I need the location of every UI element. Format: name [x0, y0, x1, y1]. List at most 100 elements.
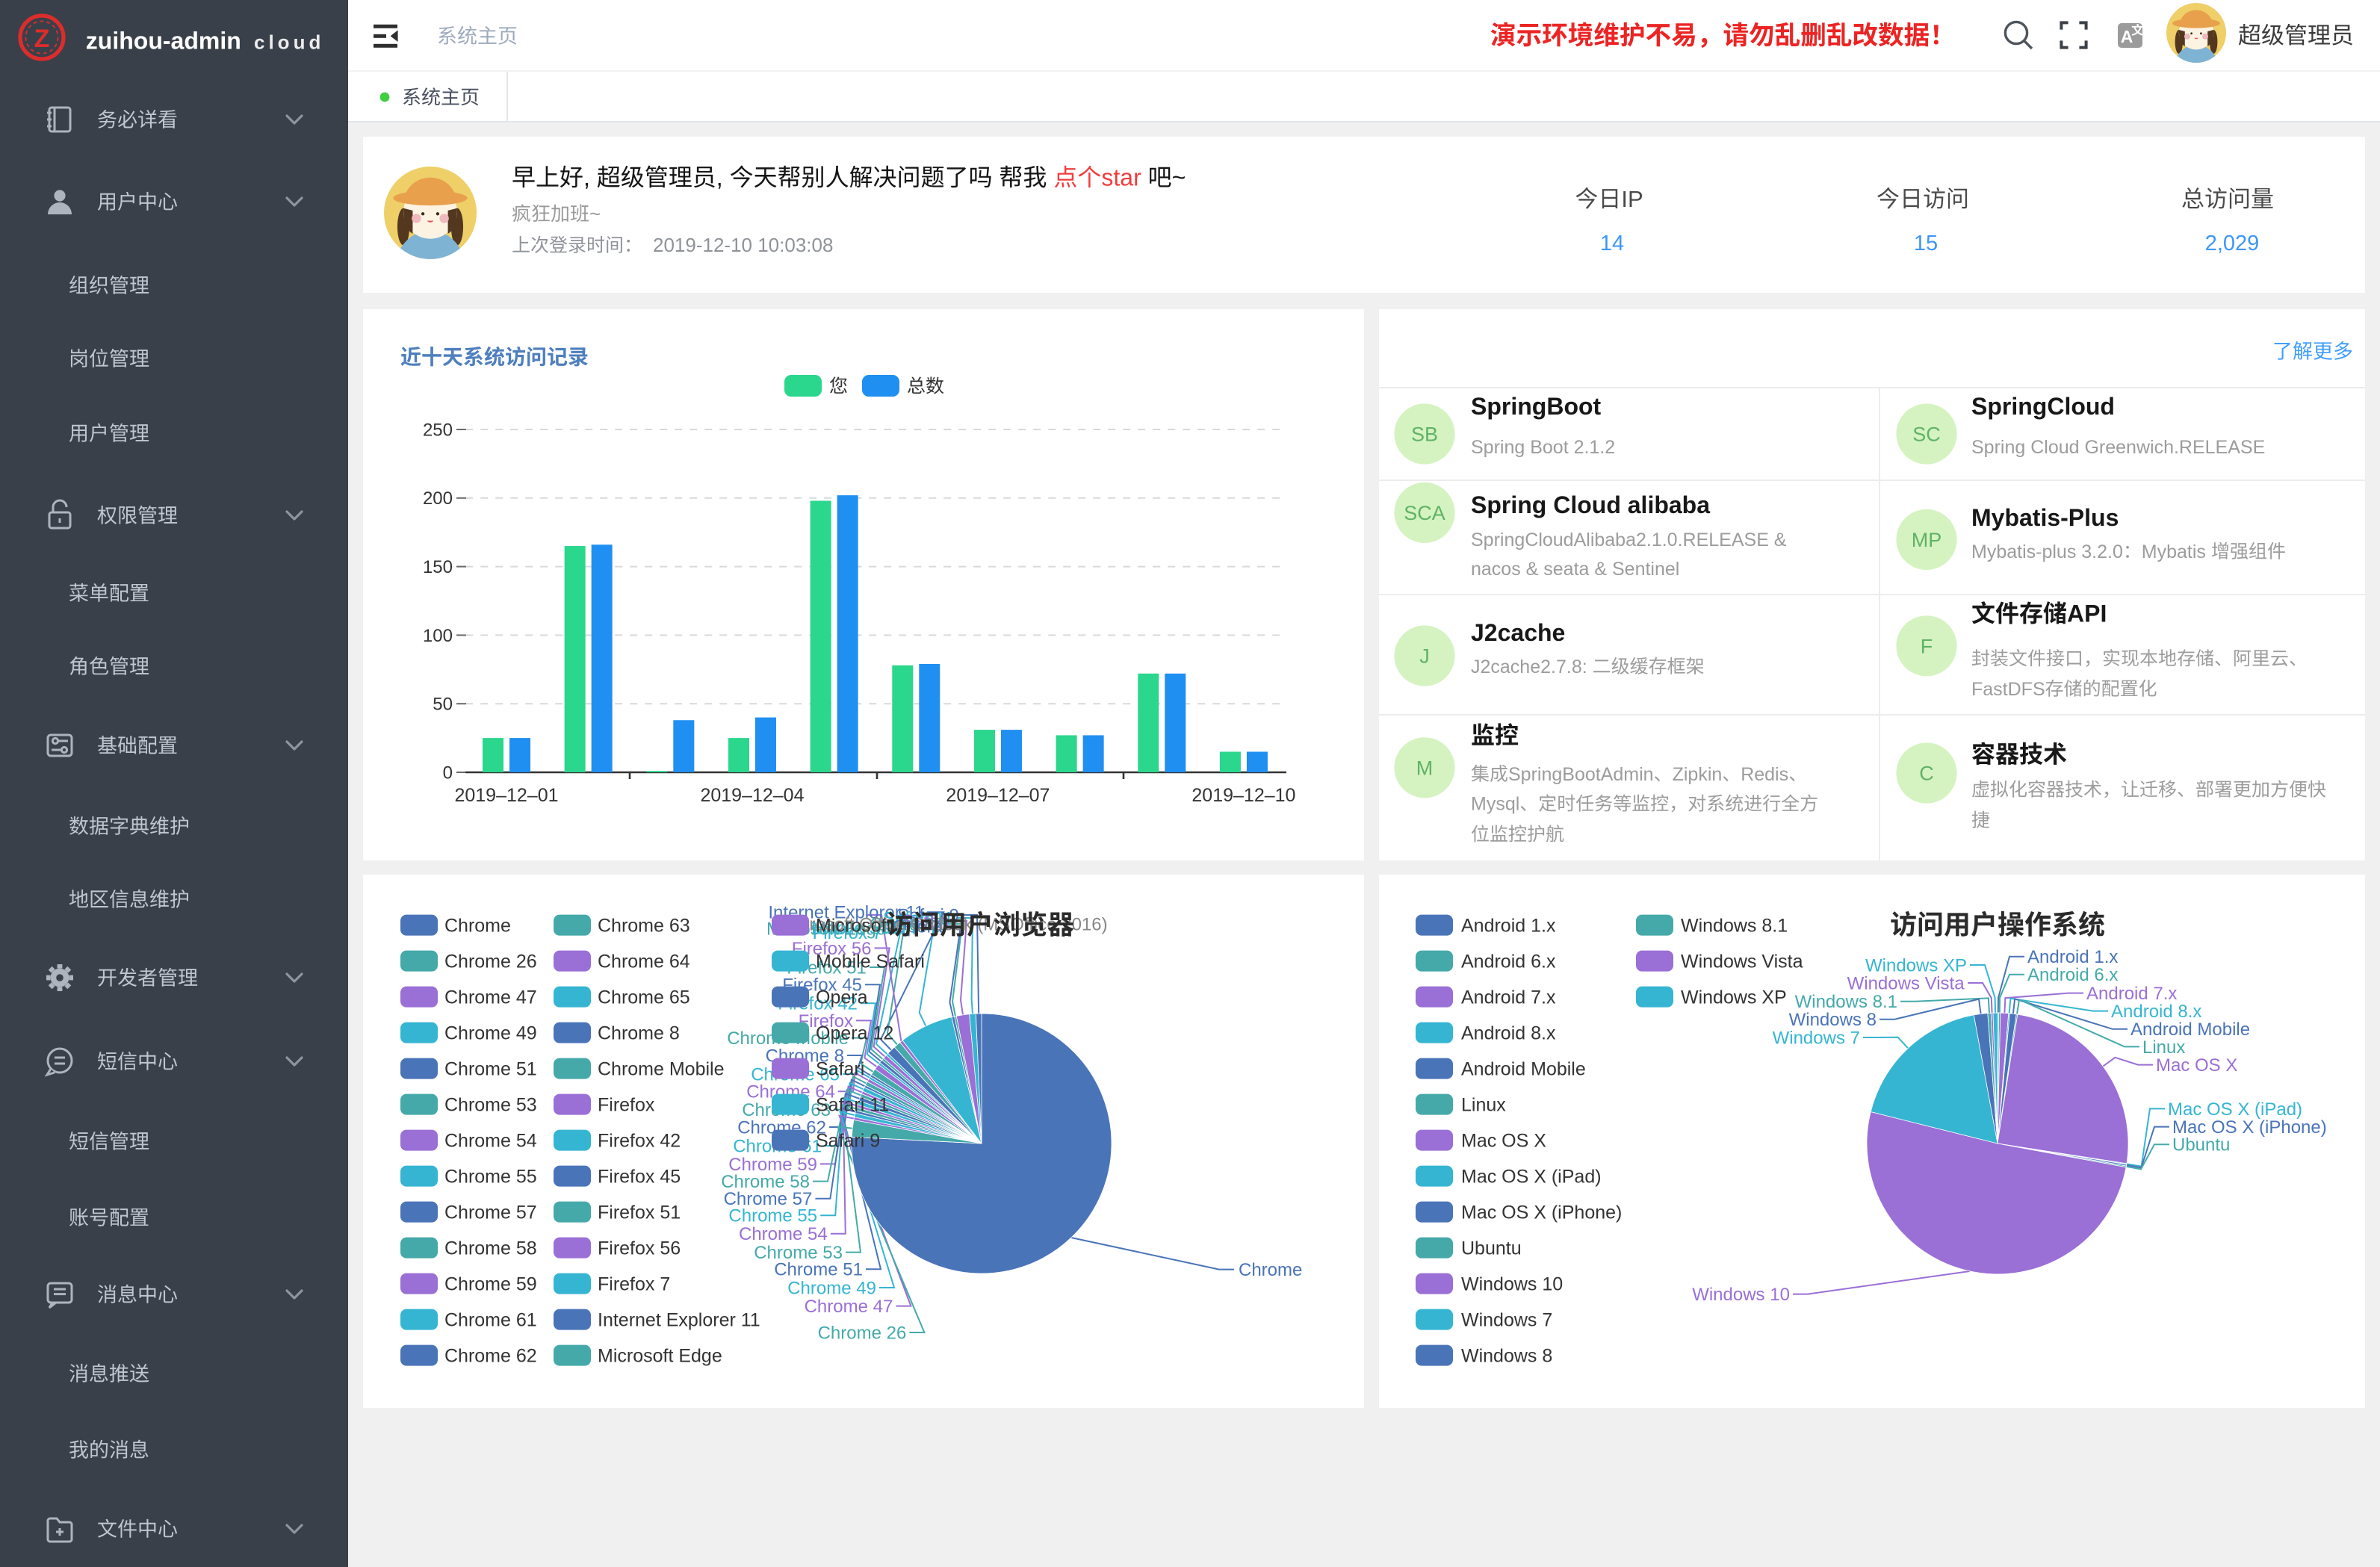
- svg-text:M: M: [1416, 757, 1434, 779]
- svg-text:Mybatis-plus 3.2.0: Mybatis-plus 3.2.0: [1971, 542, 2123, 562]
- svg-text:100: 100: [423, 626, 453, 646]
- svg-text:J2cache2.7.8:: J2cache2.7.8:: [1471, 657, 1593, 677]
- svg-text:Chrome 26: Chrome 26: [818, 1323, 907, 1343]
- svg-text:Chrome 8: Chrome 8: [598, 1023, 680, 1043]
- svg-text:Chrome 51: Chrome 51: [444, 1058, 537, 1079]
- svg-text:Spring Cloud Greenwich.RELEASE: Spring Cloud Greenwich.RELEASE: [1971, 437, 2265, 458]
- svg-text:cloud: cloud: [254, 31, 324, 54]
- svg-text:Android 6.x: Android 6.x: [1461, 951, 1556, 972]
- svg-text:Linux: Linux: [1461, 1094, 1506, 1115]
- svg-text:Chrome 54: Chrome 54: [444, 1130, 537, 1151]
- svg-text:Chrome Mobile: Chrome Mobile: [598, 1058, 725, 1079]
- svg-text:Mac OS X: Mac OS X: [2156, 1055, 2237, 1076]
- svg-text:Android 1.x: Android 1.x: [2027, 947, 2118, 967]
- svg-text:Chrome 63: Chrome 63: [598, 915, 690, 936]
- svg-text:2019–12–04: 2019–12–04: [700, 785, 804, 806]
- svg-text:,: ,: [716, 164, 730, 191]
- svg-text:Mac OS X (iPhone): Mac OS X (iPhone): [1461, 1202, 1622, 1223]
- svg-text:Opera 12: Opera 12: [816, 1023, 893, 1043]
- svg-text:Chrome: Chrome: [444, 915, 511, 936]
- svg-text:Android 7.x: Android 7.x: [2086, 984, 2177, 1004]
- svg-text:Firefox 56: Firefox 56: [598, 1238, 681, 1259]
- svg-text:Chrome 58: Chrome 58: [444, 1238, 537, 1259]
- svg-text:Chrome 47: Chrome 47: [805, 1297, 893, 1317]
- svg-text:2019–12–01: 2019–12–01: [454, 785, 558, 806]
- svg-text:Chrome 64: Chrome 64: [598, 951, 690, 972]
- svg-text:Windows 10: Windows 10: [1692, 1285, 1790, 1305]
- svg-text:Ubuntu: Ubuntu: [2172, 1135, 2230, 1155]
- svg-text:IP: IP: [1621, 186, 1643, 212]
- svg-text:MP: MP: [1912, 529, 1942, 551]
- svg-text:Safari 11: Safari 11: [816, 1094, 889, 1115]
- svg-text:Chrome 61: Chrome 61: [444, 1309, 537, 1330]
- svg-text:250: 250: [423, 420, 453, 440]
- svg-text:Z: Z: [34, 25, 50, 53]
- svg-text:SpringBoot: SpringBoot: [1471, 393, 1602, 420]
- svg-text:SpringBootAdmin: SpringBootAdmin: [1508, 764, 1654, 785]
- svg-text:Safari 9: Safari 9: [816, 1130, 880, 1151]
- svg-text:Windows 8.1: Windows 8.1: [1681, 915, 1788, 936]
- svg-text:Android 7.x: Android 7.x: [1461, 987, 1556, 1008]
- svg-text:Chrome 53: Chrome 53: [444, 1094, 537, 1115]
- svg-text:SB: SB: [1411, 423, 1438, 446]
- svg-text:Spring Boot 2.1.2: Spring Boot 2.1.2: [1471, 437, 1615, 458]
- svg-text:Chrome 65: Chrome 65: [598, 987, 690, 1008]
- svg-text:Chrome: Chrome: [1239, 1260, 1302, 1280]
- svg-text:15: 15: [1914, 232, 1938, 255]
- svg-text:Windows 8.1: Windows 8.1: [1795, 992, 1897, 1012]
- svg-text:F: F: [1921, 635, 1933, 657]
- svg-text:Mac OS X (iPad): Mac OS X (iPad): [2168, 1099, 2302, 1120]
- svg-text:Firefox 45: Firefox 45: [598, 1166, 681, 1187]
- svg-text:Chrome 47: Chrome 47: [444, 987, 537, 1008]
- svg-text:nacos & seata & Sentinel: nacos & seata & Sentinel: [1471, 559, 1679, 580]
- svg-text:Chrome 26: Chrome 26: [444, 951, 537, 972]
- svg-text:star: star: [1101, 164, 1141, 191]
- svg-text:Chrome 55: Chrome 55: [728, 1206, 817, 1226]
- svg-text:SpringCloudAlibaba2.1.0.RELEAS: SpringCloudAlibaba2.1.0.RELEASE &: [1471, 530, 1787, 550]
- svg-text:,: ,: [583, 164, 597, 191]
- svg-text:0: 0: [443, 763, 453, 783]
- svg-text:Redis: Redis: [1741, 764, 1788, 785]
- svg-text:Firefox 7: Firefox 7: [598, 1273, 670, 1294]
- svg-text:2,029: 2,029: [2205, 232, 2260, 255]
- svg-text:Mybatis-Plus: Mybatis-Plus: [1971, 504, 2119, 531]
- svg-text:Microsoft: Microsoft: [816, 915, 891, 936]
- svg-text:Firefox 51: Firefox 51: [598, 1202, 681, 1223]
- svg-text:Android 6.x: Android 6.x: [2027, 965, 2118, 985]
- svg-text:Android Mobile: Android Mobile: [1461, 1058, 1586, 1079]
- svg-text:Windows Vista: Windows Vista: [1681, 951, 1803, 972]
- svg-text:50: 50: [433, 695, 453, 715]
- svg-text:J2cache: J2cache: [1471, 619, 1565, 646]
- svg-text:Chrome 55: Chrome 55: [444, 1166, 537, 1187]
- svg-text:Windows 8: Windows 8: [1461, 1345, 1552, 1366]
- svg-text:2019–12–10: 2019–12–10: [1191, 785, 1295, 806]
- svg-text:2019-12-10 10:03:08: 2019-12-10 10:03:08: [653, 234, 833, 256]
- svg-text:J: J: [1419, 645, 1430, 668]
- svg-text:Chrome 49: Chrome 49: [787, 1278, 876, 1298]
- svg-text:Opera: Opera: [816, 987, 868, 1008]
- svg-text:Chrome 62: Chrome 62: [444, 1345, 537, 1366]
- svg-text:14: 14: [1600, 232, 1624, 255]
- svg-text:Windows 10: Windows 10: [1461, 1273, 1563, 1294]
- svg-text:Android 8.x: Android 8.x: [2111, 1002, 2201, 1022]
- svg-text:Windows 7: Windows 7: [1773, 1028, 1860, 1048]
- svg-text:Android 8.x: Android 8.x: [1461, 1023, 1556, 1043]
- svg-text:Mac OS X: Mac OS X: [1461, 1130, 1546, 1151]
- svg-text:Safari: Safari: [816, 1058, 864, 1079]
- svg-text:2019–12–07: 2019–12–07: [946, 785, 1050, 806]
- svg-text:Mybatis: Mybatis: [2142, 542, 2211, 562]
- svg-text:SpringCloud: SpringCloud: [1971, 393, 2115, 420]
- svg-text:Windows XP: Windows XP: [1681, 987, 1787, 1008]
- svg-text:Windows 8: Windows 8: [1789, 1010, 1877, 1030]
- svg-text:Chrome 49: Chrome 49: [444, 1023, 537, 1043]
- svg-text:Mobile Safari: Mobile Safari: [816, 951, 925, 972]
- svg-text:Firefox 42: Firefox 42: [598, 1130, 681, 1151]
- svg-text:Mysql: Mysql: [1471, 794, 1519, 815]
- svg-text:Firefox: Firefox: [598, 1094, 655, 1115]
- svg-text:Mac OS X (iPad): Mac OS X (iPad): [1461, 1166, 1602, 1187]
- svg-text:zuihou-admin: zuihou-admin: [86, 28, 241, 55]
- svg-text:Chrome 51: Chrome 51: [774, 1260, 863, 1280]
- svg-text:Android 1.x: Android 1.x: [1461, 915, 1556, 936]
- svg-text:Chrome 54: Chrome 54: [739, 1224, 828, 1244]
- svg-text:C: C: [1919, 763, 1934, 785]
